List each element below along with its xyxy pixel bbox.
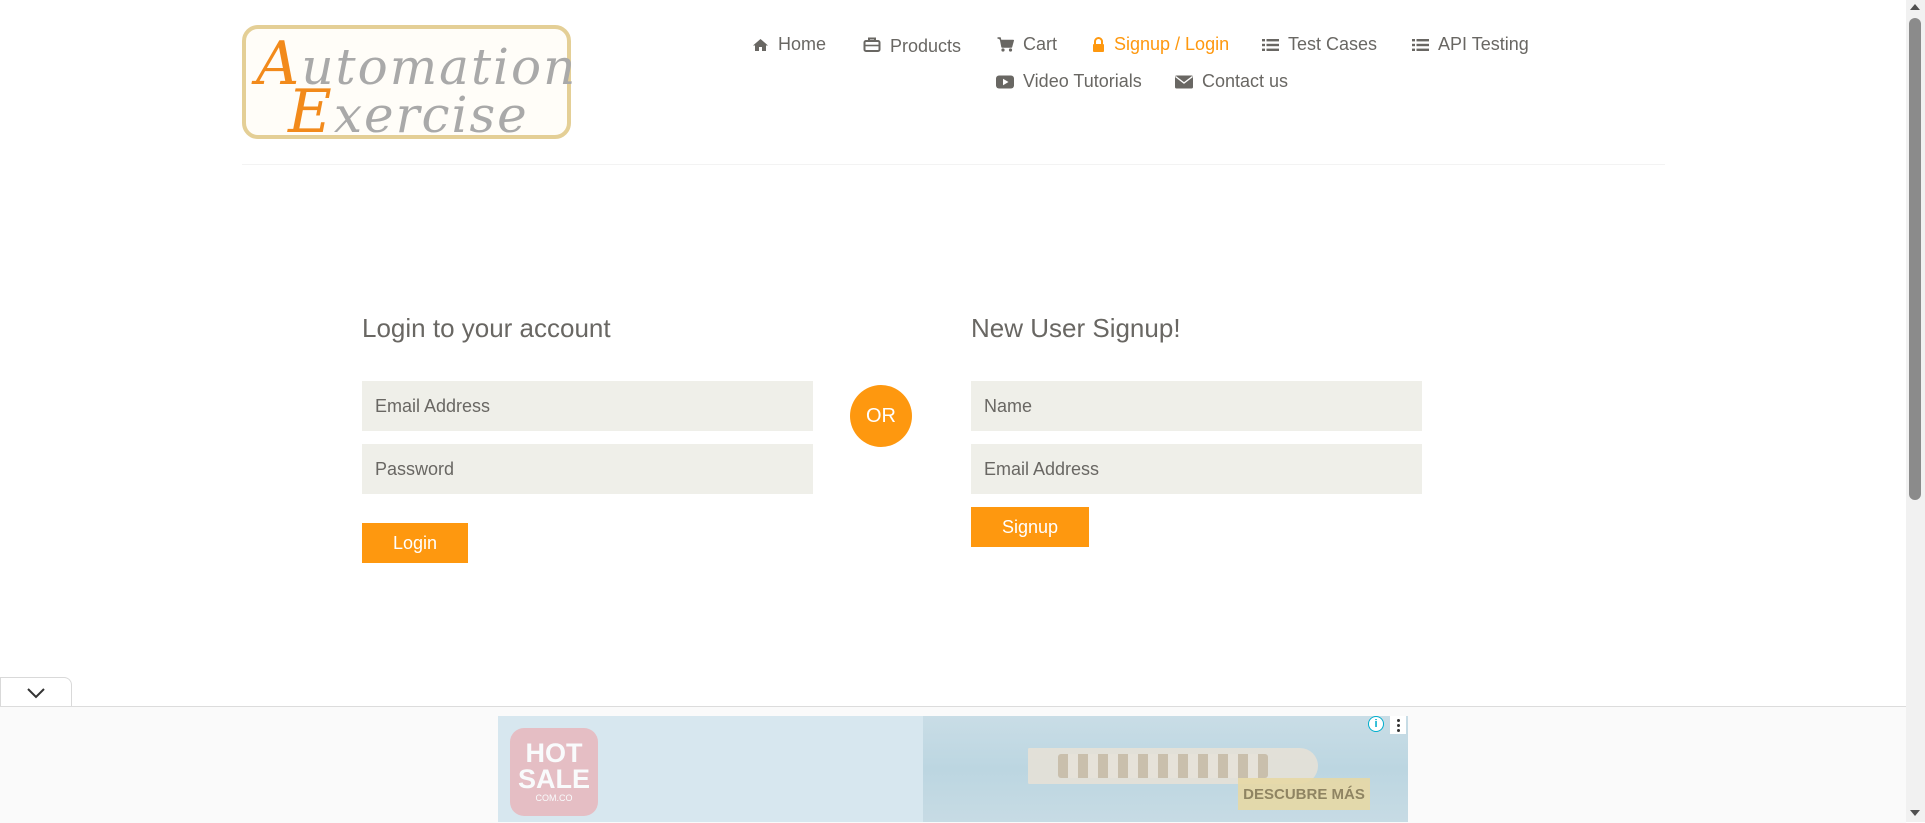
nav-cart[interactable]: Cart	[997, 34, 1057, 55]
logo-cap-e: E	[288, 77, 334, 147]
logo-line-2: Exercise	[288, 77, 529, 147]
nav-products-label: Products	[890, 36, 962, 56]
cart-icon	[997, 37, 1014, 52]
nav-api-testing[interactable]: API Testing	[1412, 34, 1529, 55]
nav-video-tutorials[interactable]: Video Tutorials	[996, 71, 1142, 92]
cruise-ship-deck	[1058, 754, 1268, 778]
nav-api-testing-label: API Testing	[1438, 34, 1529, 54]
scroll-up-arrow-icon[interactable]	[1910, 4, 1920, 10]
header-divider	[242, 164, 1665, 165]
nav-test-cases-label: Test Cases	[1288, 34, 1378, 54]
nav-home[interactable]: Home	[752, 34, 826, 55]
nav-contact-us[interactable]: Contact us	[1175, 71, 1288, 92]
ad-cta-button[interactable]: DESCUBRE MÁS	[1238, 778, 1370, 810]
nav-contact-us-label: Contact us	[1202, 71, 1289, 91]
signup-name-input[interactable]	[971, 381, 1422, 431]
ad-banner[interactable]: HOT SALE COM.CO DESCUBRE MÁS	[498, 716, 1408, 822]
home-icon	[753, 38, 768, 51]
login-email-input[interactable]	[362, 381, 813, 431]
scrollbar-thumb[interactable]	[1909, 18, 1921, 500]
list-icon	[1262, 38, 1279, 51]
nav-products[interactable]: Products	[863, 34, 962, 56]
nav-cart-label: Cart	[1023, 34, 1058, 54]
info-icon[interactable]: i	[1368, 716, 1384, 732]
lock-icon	[1093, 37, 1104, 52]
ad-collapse-toggle[interactable]	[0, 677, 72, 707]
nav-signup-login[interactable]: Signup / Login	[1092, 34, 1229, 55]
envelope-icon	[1175, 75, 1193, 88]
chevron-down-icon	[27, 687, 45, 698]
nav-video-tutorials-label: Video Tutorials	[1023, 71, 1142, 91]
signup-form-title: New User Signup!	[971, 313, 1181, 343]
briefcase-icon	[863, 37, 881, 52]
page: Automation Exercise Home Products Cart S…	[0, 0, 1906, 823]
nav-home-label: Home	[778, 34, 827, 54]
login-button[interactable]: Login	[362, 523, 468, 563]
nav-signup-login-label: Signup / Login	[1114, 34, 1230, 54]
login-form-title: Login to your account	[362, 313, 611, 343]
more-vertical-icon[interactable]	[1390, 716, 1406, 734]
site-logo[interactable]: Automation Exercise	[242, 25, 575, 147]
hotsale-logo: HOT SALE COM.CO	[510, 728, 598, 816]
login-password-input[interactable]	[362, 444, 813, 494]
logo-text-2: xercise	[333, 86, 529, 144]
signup-button[interactable]: Signup	[971, 507, 1089, 547]
nav-test-cases[interactable]: Test Cases	[1262, 34, 1377, 55]
youtube-icon	[996, 75, 1014, 88]
list-icon	[1412, 38, 1429, 51]
or-divider-badge: OR	[850, 385, 912, 447]
signup-email-input[interactable]	[971, 444, 1422, 494]
scroll-down-arrow-icon[interactable]	[1910, 810, 1920, 816]
hotsale-brand: HOT SALE	[517, 738, 590, 794]
